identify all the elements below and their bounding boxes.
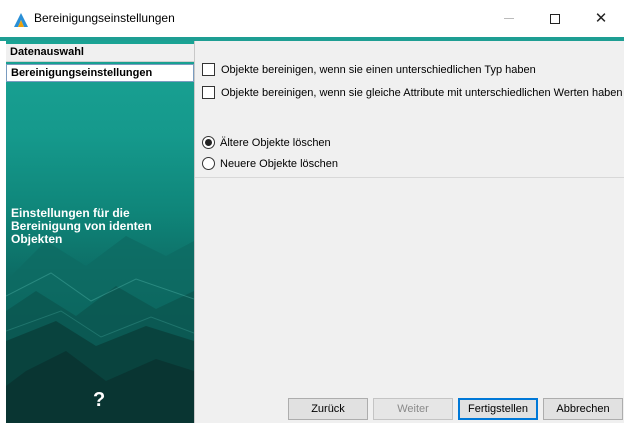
radio-label: Neuere Objekte löschen xyxy=(220,157,339,170)
section-divider xyxy=(195,177,624,178)
close-button[interactable]: ✕ xyxy=(578,0,624,37)
radio-delete-newer[interactable] xyxy=(202,157,215,170)
back-button[interactable]: Zurück xyxy=(288,398,368,420)
radio-label: Ältere Objekte löschen xyxy=(220,136,331,149)
step-description: Einstellungen für die Bereinigung von id… xyxy=(11,206,152,246)
window-title: Bereinigungseinstellungen xyxy=(34,11,175,25)
nav-item-datenauswahl[interactable]: Datenauswahl xyxy=(6,44,194,62)
maximize-button[interactable] xyxy=(532,0,578,37)
checkbox-row-different-values[interactable]: Objekte bereinigen, wenn sie gleiche Att… xyxy=(202,86,623,99)
help-icon[interactable]: ? xyxy=(93,389,105,412)
next-button[interactable]: Weiter xyxy=(373,398,453,420)
title-bar: Bereinigungseinstellungen ✕ xyxy=(0,0,624,37)
minimize-button[interactable] xyxy=(486,0,532,37)
checkbox-different-values[interactable] xyxy=(202,86,215,99)
radio-selected-dot xyxy=(205,139,212,146)
finish-button[interactable]: Fertigstellen xyxy=(458,398,538,420)
radio-delete-older[interactable] xyxy=(202,136,215,149)
maximize-icon xyxy=(550,13,560,24)
radio-row-older[interactable]: Ältere Objekte löschen xyxy=(202,136,331,149)
checkbox-label: Objekte bereinigen, wenn sie einen unter… xyxy=(221,63,536,76)
app-logo-icon xyxy=(13,12,29,28)
checkbox-row-different-type[interactable]: Objekte bereinigen, wenn sie einen unter… xyxy=(202,63,536,76)
radio-row-newer[interactable]: Neuere Objekte löschen xyxy=(202,157,338,170)
minimize-icon xyxy=(504,18,514,19)
settings-content: Objekte bereinigen, wenn sie einen unter… xyxy=(194,41,624,423)
nav-item-bereinigungseinstellungen[interactable]: Bereinigungseinstellungen xyxy=(6,64,194,82)
cancel-button[interactable]: Abbrechen xyxy=(543,398,623,420)
close-icon: ✕ xyxy=(594,10,608,27)
wizard-side-panel: Datenauswahl Bereinigungseinstellungen E… xyxy=(6,41,194,423)
checkbox-different-type[interactable] xyxy=(202,63,215,76)
checkbox-label: Objekte bereinigen, wenn sie gleiche Att… xyxy=(221,86,623,99)
